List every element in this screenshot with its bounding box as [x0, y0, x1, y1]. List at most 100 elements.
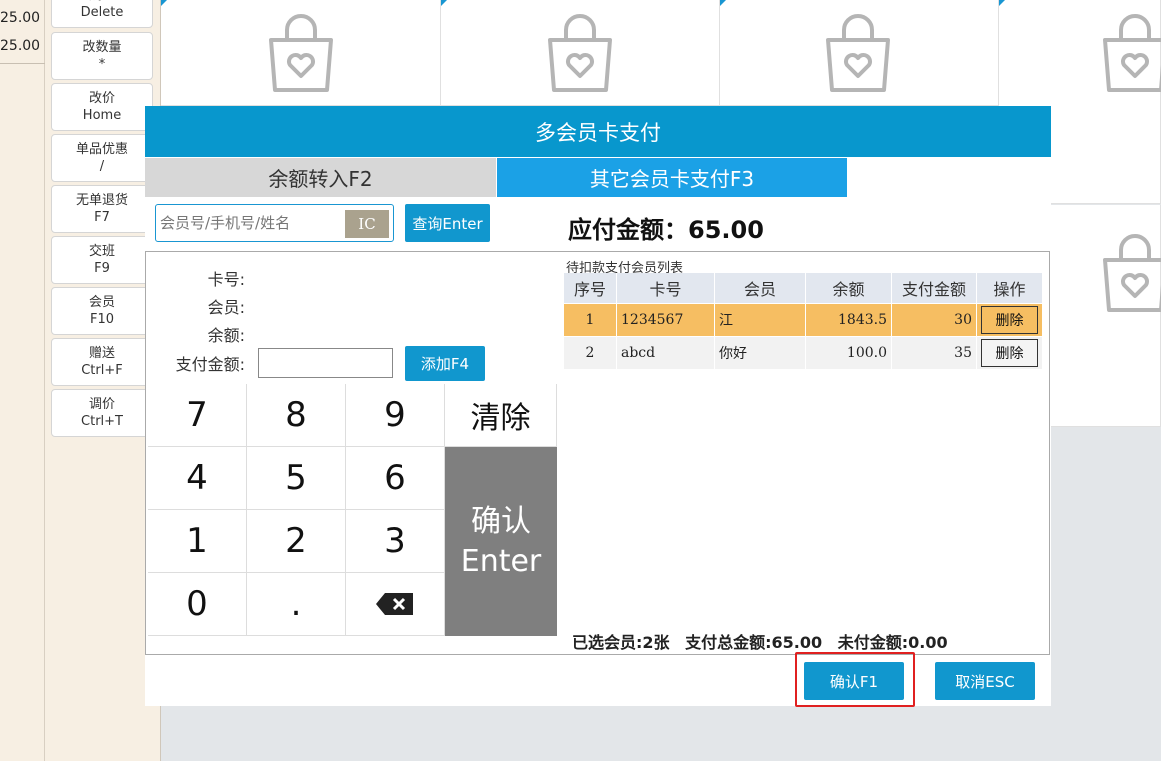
- table-row[interactable]: 2 abcd 你好 100.0 35 删除: [564, 337, 1043, 369]
- button-shortcut: Ctrl+F: [81, 363, 123, 378]
- member-search-input[interactable]: [160, 210, 340, 236]
- key-2[interactable]: 2: [247, 510, 346, 573]
- selected-member-count: 已选会员:2张: [572, 633, 670, 652]
- key-7[interactable]: 7: [148, 384, 247, 447]
- confirm-key-shortcut: Enter: [460, 543, 542, 579]
- row-card-number: abcd: [617, 337, 715, 369]
- button-shortcut: /: [99, 159, 105, 174]
- backspace-key[interactable]: [346, 573, 445, 636]
- button-label: 单品优惠: [75, 142, 128, 157]
- pay-amount-field[interactable]: [258, 348, 393, 378]
- shopping-bag-icon: [1103, 234, 1161, 312]
- row-pay-amount: 35: [892, 337, 977, 369]
- button-label: 交班: [88, 244, 115, 259]
- member-button[interactable]: 会员 F10: [51, 287, 153, 335]
- button-shortcut: F7: [94, 210, 110, 225]
- shopping-bag-icon: [548, 14, 612, 92]
- member-search-box: IC: [155, 204, 394, 242]
- left-price-strip: 25.00 25.00: [0, 0, 45, 761]
- multi-member-card-payment-dialog: 多会员卡支付 余额转入F2 其它会员卡支付F3 IC 查询Enter 应付金额：…: [145, 106, 1051, 707]
- change-price-button[interactable]: 改价 Home: [51, 83, 153, 131]
- key-9[interactable]: 9: [346, 384, 445, 447]
- backspace-icon: [376, 593, 413, 615]
- key-3[interactable]: 3: [346, 510, 445, 573]
- key-6[interactable]: 6: [346, 447, 445, 510]
- row-member: 你好: [715, 337, 806, 369]
- clear-key[interactable]: 清除: [445, 384, 557, 447]
- shopping-bag-icon: [1103, 14, 1161, 92]
- delete-button[interactable]: 删除 Delete: [51, 0, 153, 28]
- button-shortcut: F9: [94, 261, 110, 276]
- button-label: 调价: [88, 397, 115, 412]
- confirm-enter-key[interactable]: 确认 Enter: [445, 447, 557, 636]
- button-shortcut: Ctrl+T: [81, 414, 123, 429]
- row-index: 2: [564, 337, 617, 369]
- tile-corner-marker: [441, 0, 447, 6]
- gift-button[interactable]: 赠送 Ctrl+F: [51, 338, 153, 386]
- row-operation: 删除: [977, 304, 1043, 336]
- unpaid-amount: 未付金额:0.00: [837, 633, 948, 652]
- key-4[interactable]: 4: [148, 447, 247, 510]
- ic-card-button[interactable]: IC: [345, 210, 389, 238]
- button-shortcut: F10: [89, 312, 115, 327]
- key-1[interactable]: 1: [148, 510, 247, 573]
- row-member: 江: [715, 304, 806, 336]
- item-discount-button[interactable]: 单品优惠 /: [51, 134, 153, 182]
- button-label: 会员: [88, 295, 115, 310]
- key-decimal[interactable]: .: [247, 573, 346, 636]
- shopping-bag-icon: [269, 14, 333, 92]
- confirm-button[interactable]: 确认F1: [804, 662, 904, 700]
- product-tile[interactable]: [441, 0, 720, 106]
- no-receipt-return-button[interactable]: 无单退货 F7: [51, 185, 153, 233]
- row-balance: 100.0: [806, 337, 892, 369]
- amount-due: 应付金额：65.00: [568, 216, 764, 244]
- row-delete-button[interactable]: 删除: [981, 306, 1038, 334]
- product-tile[interactable]: [161, 0, 441, 106]
- payment-summary: 已选会员:2张 支付总金额:65.00 未付金额:0.00: [572, 629, 958, 653]
- column-header: 会员: [715, 273, 806, 303]
- button-shortcut: Home: [82, 108, 122, 123]
- divider: [0, 63, 45, 64]
- table-row[interactable]: 1 1234567 江 1843.5 30 删除: [564, 304, 1043, 336]
- button-shortcut: Delete: [80, 5, 124, 20]
- adjust-price-button[interactable]: 调价 Ctrl+T: [51, 389, 153, 437]
- button-label: 赠送: [88, 346, 115, 361]
- side-button-column: 删除 Delete 改数量 * 改价 Home 单品优惠 / 无单退货 F7 交…: [45, 0, 161, 761]
- shopping-bag-icon: [826, 14, 890, 92]
- change-quantity-button[interactable]: 改数量 *: [51, 32, 153, 80]
- card-number-label: 卡号:: [207, 270, 245, 289]
- key-5[interactable]: 5: [247, 447, 346, 510]
- button-label: 改数量: [82, 40, 122, 55]
- key-8[interactable]: 8: [247, 384, 346, 447]
- row-balance: 1843.5: [806, 304, 892, 336]
- row-pay-amount: 30: [892, 304, 977, 336]
- button-label: 无单退货: [75, 193, 128, 208]
- tab-other-card-payment[interactable]: 其它会员卡支付F3: [497, 158, 847, 197]
- column-header: 序号: [564, 273, 617, 303]
- tile-corner-marker: [999, 0, 1005, 6]
- query-button[interactable]: 查询Enter: [405, 204, 490, 242]
- row-delete-button[interactable]: 删除: [981, 339, 1038, 367]
- shift-handover-button[interactable]: 交班 F9: [51, 236, 153, 284]
- column-header: 余额: [806, 273, 892, 303]
- add-button[interactable]: 添加F4: [405, 346, 485, 381]
- balance-label: 余额:: [207, 326, 245, 345]
- column-header: 操作: [977, 273, 1043, 303]
- column-header: 支付金额: [892, 273, 977, 303]
- tab-balance-transfer[interactable]: 余额转入F2: [145, 158, 496, 197]
- product-tile[interactable]: [720, 0, 999, 106]
- tile-corner-marker: [161, 0, 167, 6]
- numeric-keypad: 7 8 9 清除 4 5 6 1 2 3 0 . 确认 Enter: [148, 384, 558, 637]
- row-index: 1: [564, 304, 617, 336]
- total-pay-amount: 支付总金额:65.00: [685, 633, 823, 652]
- key-0[interactable]: 0: [148, 573, 247, 636]
- table-header: 序号 卡号 会员 余额 支付金额 操作: [564, 273, 1043, 303]
- confirm-key-label: 确认: [471, 503, 531, 539]
- cancel-button[interactable]: 取消ESC: [935, 662, 1035, 700]
- button-shortcut: *: [98, 57, 106, 72]
- tile-corner-marker: [720, 0, 726, 6]
- row-card-number: 1234567: [617, 304, 715, 336]
- price-text: 25.00: [0, 10, 41, 26]
- row-operation: 删除: [977, 337, 1043, 369]
- button-label: 改价: [88, 91, 115, 106]
